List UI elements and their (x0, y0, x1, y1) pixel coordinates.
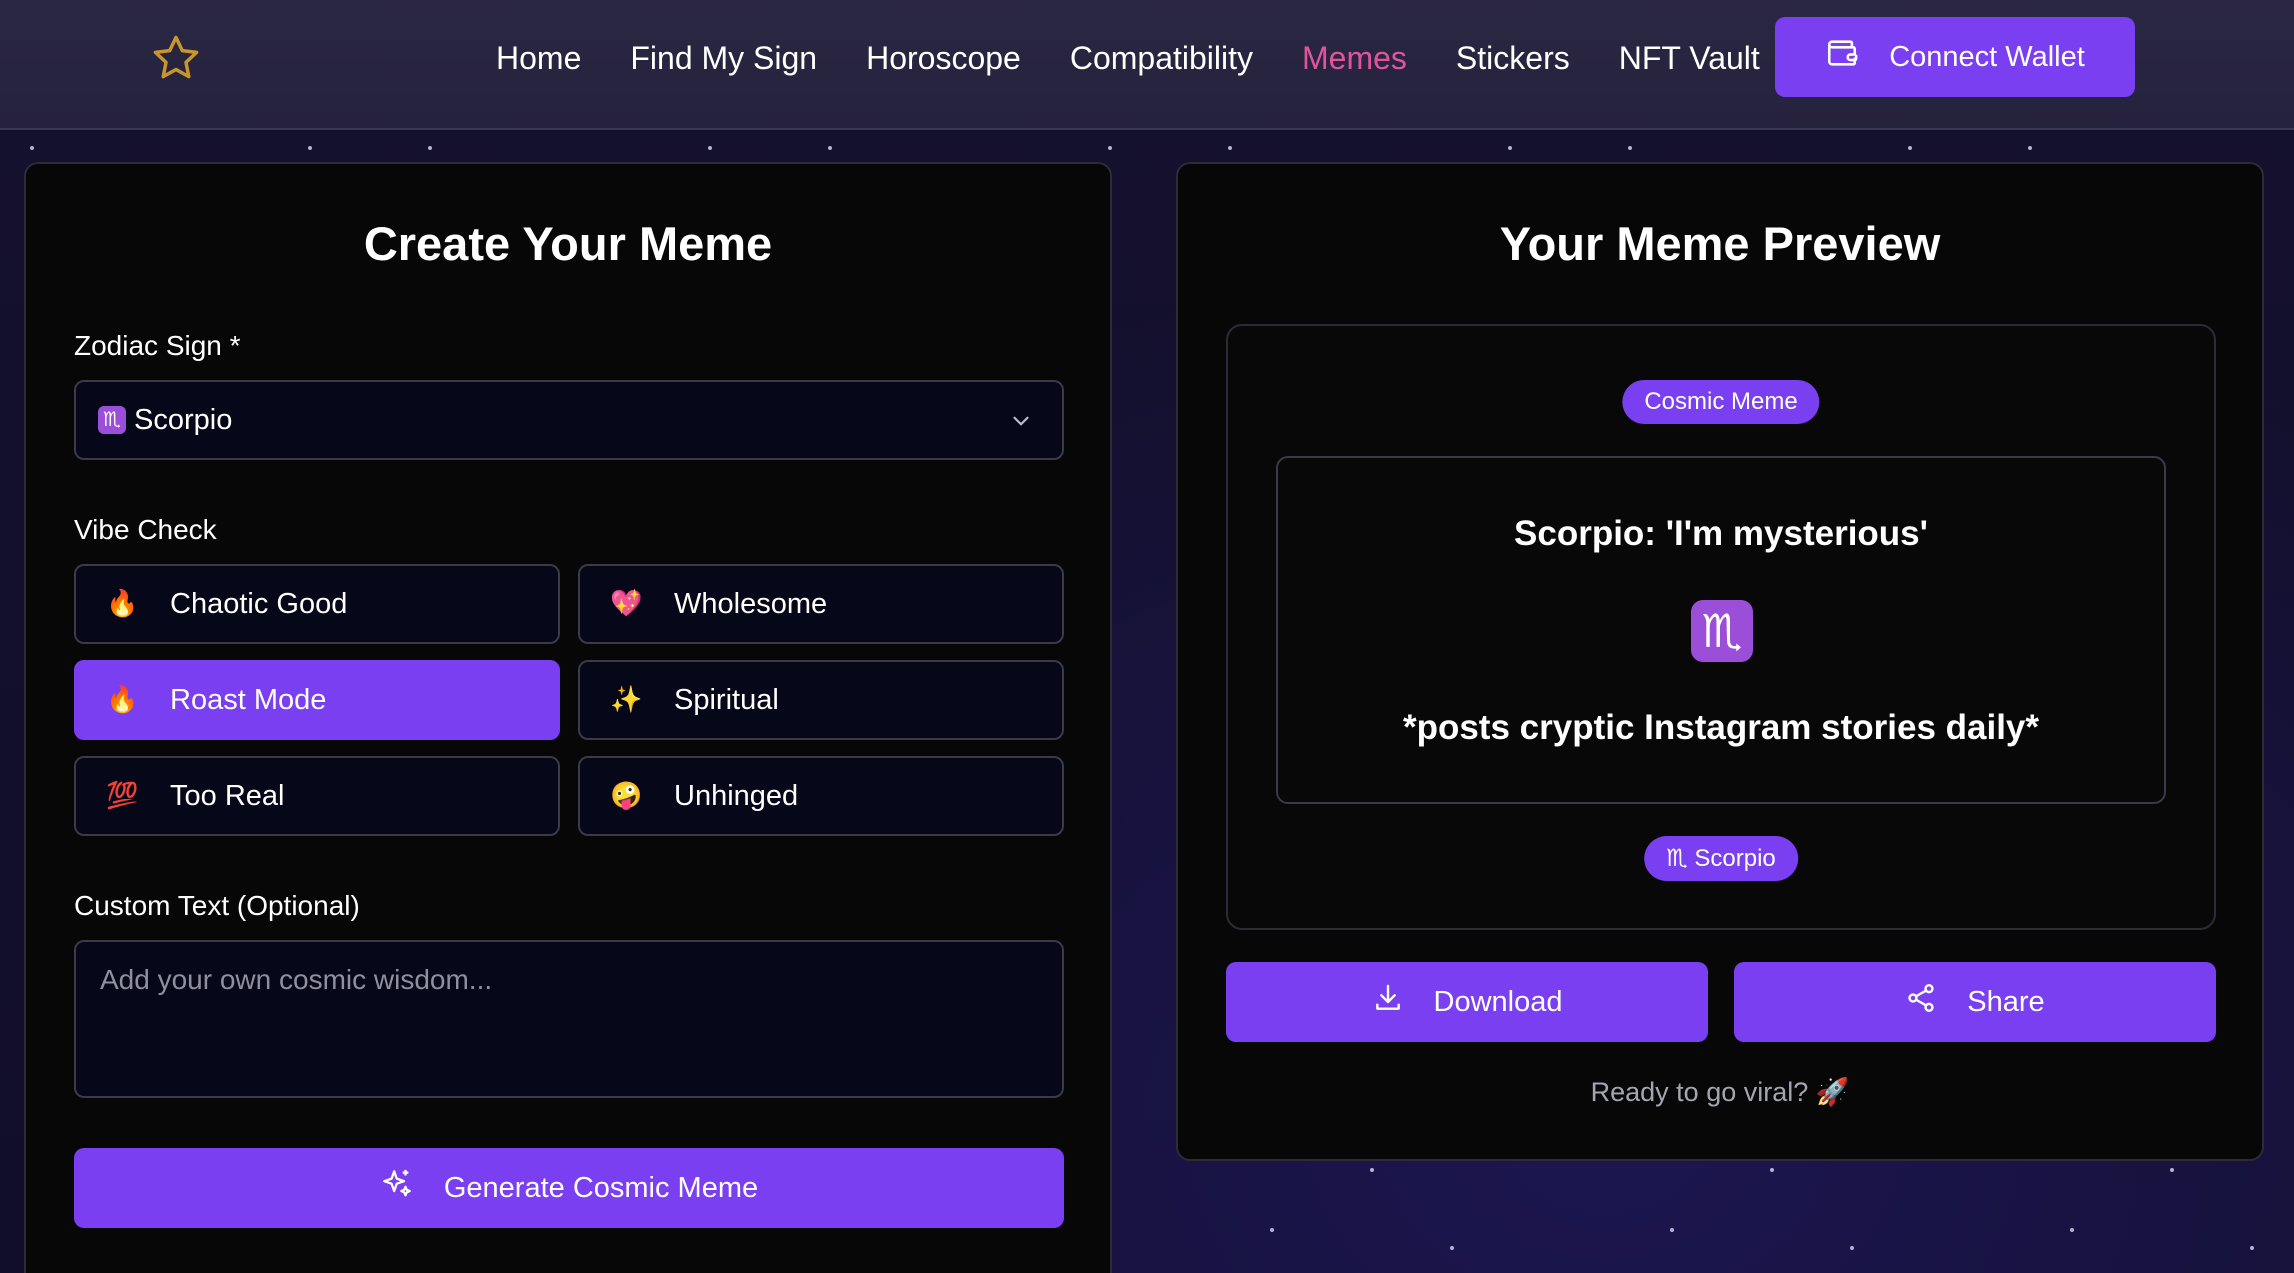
scorpio-icon: ♏ (1691, 600, 1753, 662)
vibe-option-too-real[interactable]: 💯 Too Real (74, 756, 560, 836)
nav-link-nft-vault[interactable]: NFT Vault (1619, 40, 1760, 77)
nav-link-horoscope[interactable]: Horoscope (866, 40, 1021, 77)
background-star (1450, 1246, 1454, 1250)
sparkles-icon: ✨ (610, 685, 643, 715)
download-icon (1372, 982, 1404, 1022)
vibe-option-label: Roast Mode (170, 683, 327, 716)
cosmic-meme-badge: Cosmic Meme (1622, 380, 1820, 424)
chevron-down-icon (1008, 408, 1034, 434)
sign-tag-label: Scorpio (1694, 845, 1776, 872)
background-star (708, 146, 712, 150)
zany-face-icon: 🤪 (610, 781, 643, 811)
connect-wallet-label: Connect Wallet (1889, 40, 2085, 73)
sparkling-heart-icon: 💖 (610, 589, 643, 619)
wallet-icon (1825, 36, 1859, 78)
background-star (2250, 1246, 2254, 1250)
share-label: Share (1967, 985, 2045, 1018)
background-star (1228, 146, 1232, 150)
meme-content-box: Scorpio: 'I'm mysterious' ♏ *posts crypt… (1276, 456, 2166, 804)
vibe-option-label: Unhinged (674, 779, 799, 812)
vibe-option-wholesome[interactable]: 💖 Wholesome (578, 564, 1064, 644)
hundred-points-icon: 💯 (106, 781, 139, 811)
zodiac-sign-value: Scorpio (134, 403, 233, 436)
background-star (1628, 146, 1632, 150)
nav-link-compatibility[interactable]: Compatibility (1070, 40, 1253, 77)
meme-preview-card: Cosmic Meme Scorpio: 'I'm mysterious' ♏ … (1226, 324, 2216, 930)
vibe-option-spiritual[interactable]: ✨ Spiritual (578, 660, 1064, 740)
generate-meme-button[interactable]: Generate Cosmic Meme (74, 1148, 1064, 1228)
connect-wallet-button[interactable]: Connect Wallet (1775, 17, 2135, 97)
star-outline-icon[interactable] (150, 32, 202, 84)
nav-links: Home Find My Sign Horoscope Compatibilit… (496, 0, 1760, 116)
background-star (1370, 1168, 1374, 1172)
background-star (30, 146, 34, 150)
vibe-option-roast-mode[interactable]: 🔥 Roast Mode (74, 660, 560, 740)
background-star (2170, 1168, 2174, 1172)
nav-link-stickers[interactable]: Stickers (1456, 40, 1570, 77)
background-star (1508, 146, 1512, 150)
download-button[interactable]: Download (1226, 962, 1708, 1042)
background-star (428, 146, 432, 150)
background-star (1770, 1168, 1774, 1172)
background-star (828, 146, 832, 150)
background-star (308, 146, 312, 150)
fire-icon: 🔥 (106, 685, 139, 715)
scorpio-icon: ♏ (1666, 845, 1688, 872)
vibe-option-label: Spiritual (674, 683, 779, 716)
custom-text-label: Custom Text (Optional) (74, 890, 360, 921)
sign-tag-badge: ♏ Scorpio (1644, 836, 1798, 881)
share-icon (1905, 982, 1937, 1022)
background-star (1850, 1246, 1854, 1250)
create-meme-panel: Create Your Meme Zodiac Sign * ♏ Scorpio… (24, 162, 1112, 1273)
zodiac-sign-select[interactable]: ♏ Scorpio (74, 380, 1064, 460)
sparkles-icon (380, 1167, 414, 1209)
background-star (2028, 146, 2032, 150)
vibe-option-label: Chaotic Good (170, 587, 348, 620)
viral-caption: Ready to go viral? 🚀 (1590, 1077, 1850, 1107)
zodiac-sign-label: Zodiac Sign * (74, 330, 241, 361)
meme-preview-title: Your Meme Preview (1499, 217, 1941, 270)
vibe-option-label: Too Real (170, 779, 285, 812)
custom-text-input[interactable] (74, 940, 1064, 1098)
meme-punchline: *posts cryptic Instagram stories daily* (1402, 708, 2040, 747)
scorpio-icon: ♏ (98, 406, 126, 434)
background-star (1908, 146, 1912, 150)
share-button[interactable]: Share (1734, 962, 2216, 1042)
meme-headline: Scorpio: 'I'm mysterious' (1514, 514, 1928, 553)
fire-icon: 🔥 (106, 589, 139, 619)
vibe-check-label: Vibe Check (74, 514, 217, 545)
nav-link-find-my-sign[interactable]: Find My Sign (630, 40, 817, 77)
nav-link-memes[interactable]: Memes (1302, 40, 1407, 77)
nav-link-home[interactable]: Home (496, 40, 581, 77)
top-nav: Home Find My Sign Horoscope Compatibilit… (0, 0, 2294, 130)
vibe-option-label: Wholesome (674, 587, 828, 620)
background-star (1108, 146, 1112, 150)
background-star (1270, 1228, 1274, 1232)
download-label: Download (1433, 985, 1563, 1018)
meme-preview-panel: Your Meme Preview Cosmic Meme Scorpio: '… (1176, 162, 2264, 1161)
background-star (2070, 1228, 2074, 1232)
vibe-option-unhinged[interactable]: 🤪 Unhinged (578, 756, 1064, 836)
vibe-option-chaotic-good[interactable]: 🔥 Chaotic Good (74, 564, 560, 644)
background-star (1670, 1228, 1674, 1232)
generate-meme-label: Generate Cosmic Meme (443, 1171, 759, 1204)
create-meme-title: Create Your Meme (363, 217, 773, 270)
